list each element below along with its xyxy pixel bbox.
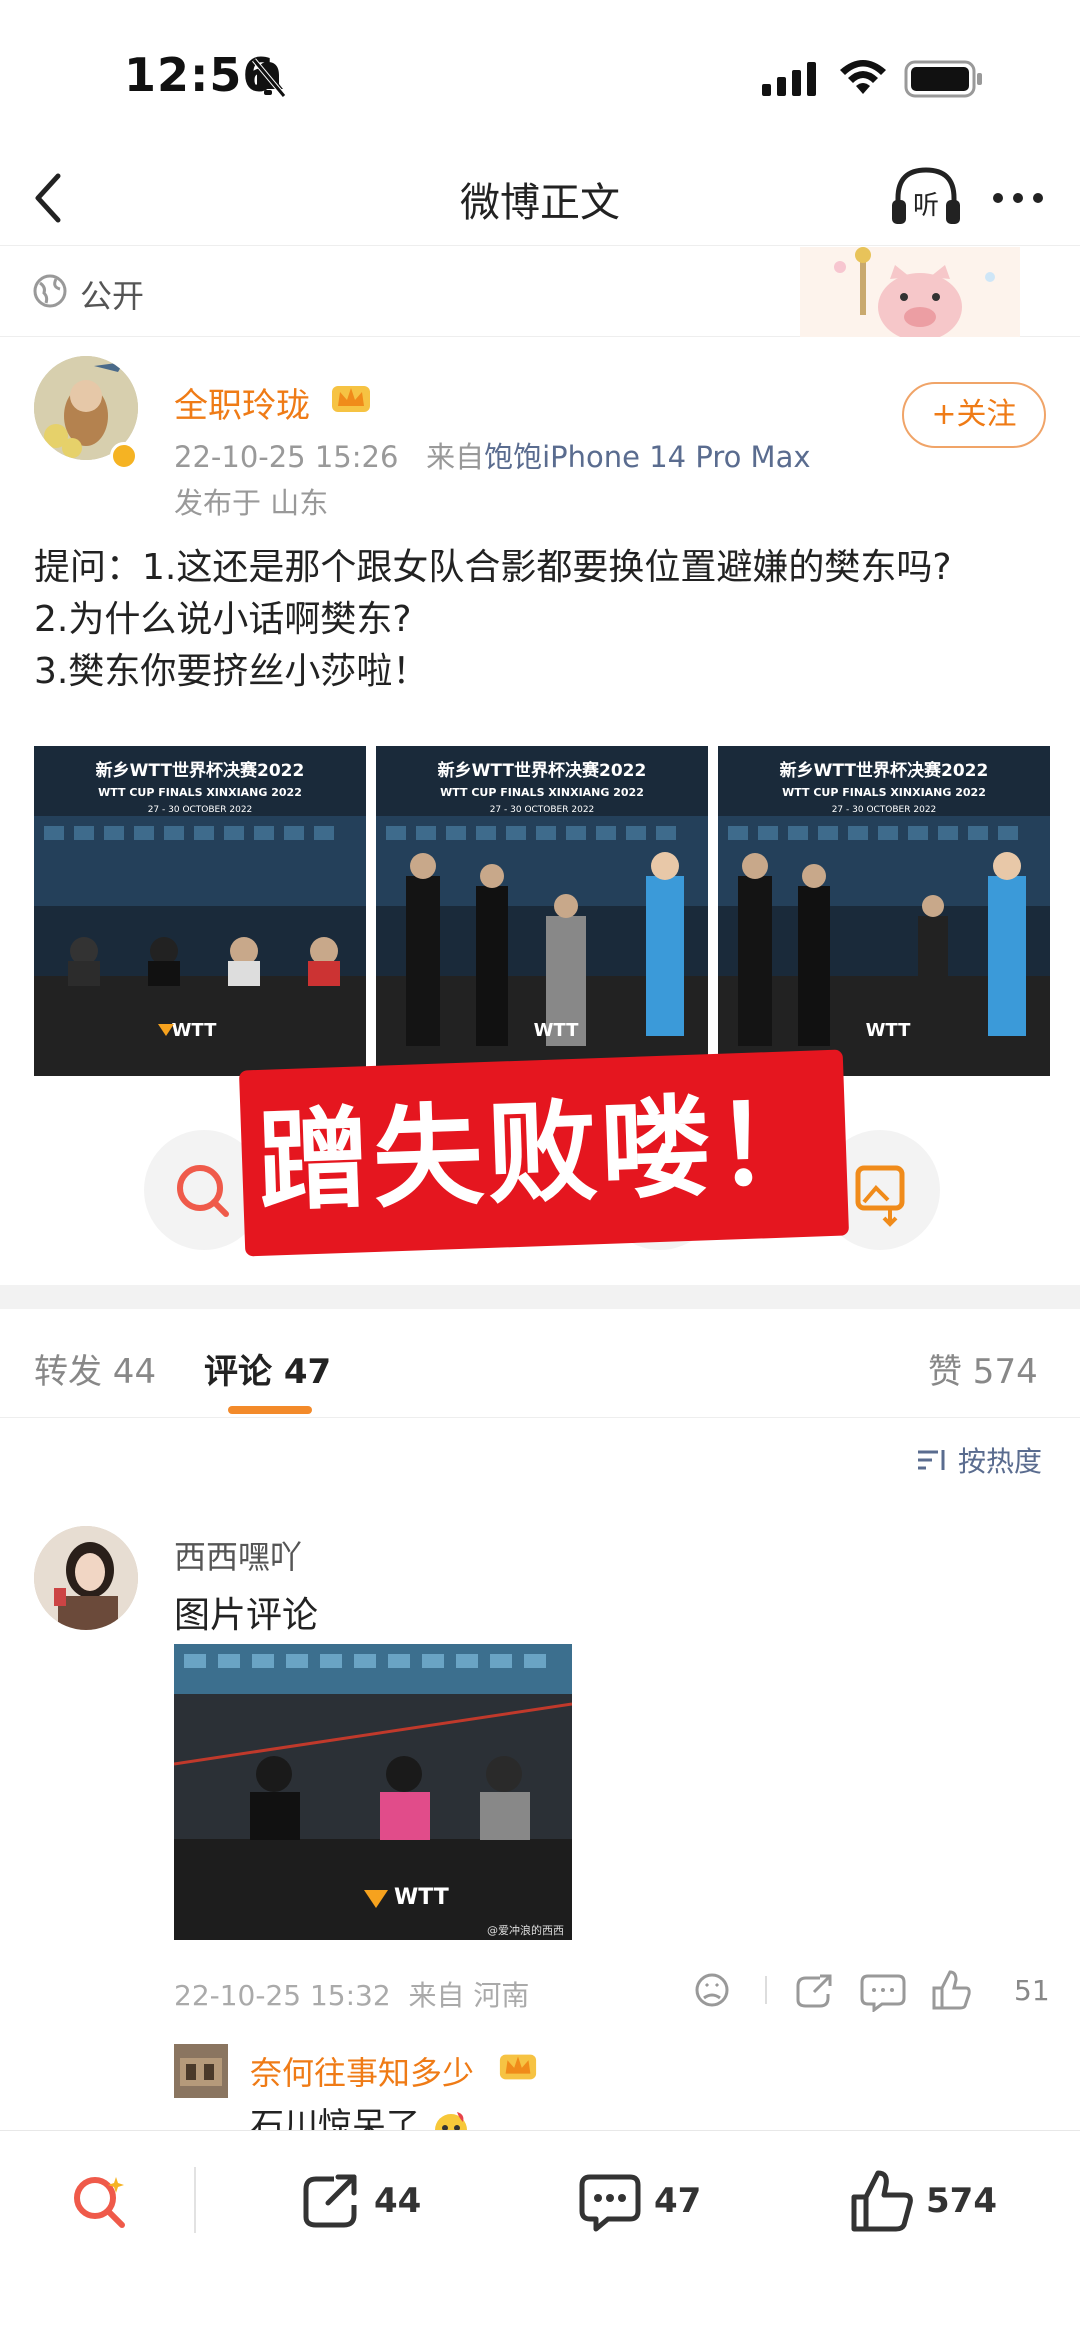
comment-button[interactable]: 47 xyxy=(578,2169,718,2233)
image-logo: WTT xyxy=(172,1020,218,1041)
image-banner-cn: 新乡WTT世界杯决赛2022 xyxy=(438,760,647,781)
signal-icon xyxy=(762,62,816,96)
image-logo: WTT xyxy=(534,1020,580,1041)
image-banner-cn: 新乡WTT世界杯决赛2022 xyxy=(96,760,305,781)
comment-meta: 22-10-25 15:32 来自 河南 xyxy=(174,1974,529,2014)
battery-icon xyxy=(904,60,982,98)
post-text-line: 2.为什么说小话啊樊东? xyxy=(34,599,412,640)
bottom-action-bar: 44 47 574 xyxy=(0,2130,1080,2347)
listen-headphones-icon[interactable]: 听 xyxy=(888,162,964,234)
tab-comment[interactable]: 评论 47 xyxy=(204,1344,331,1393)
post-location: 发布于 山东 xyxy=(174,486,329,520)
visibility-label: 公开 xyxy=(80,277,145,315)
like-thumb-icon xyxy=(851,2170,913,2232)
red-sticker-overlay: 蹭失败喽！ xyxy=(238,1049,850,1257)
comment-reply-icon[interactable] xyxy=(860,1974,906,2012)
comment-text: 图片评论 xyxy=(174,1595,319,1636)
dislike-face-icon[interactable] xyxy=(695,1973,729,2007)
repost-count: 44 xyxy=(374,2181,422,2221)
status-bar: 12:56 xyxy=(0,0,1080,150)
comment-image-logo: WTT xyxy=(394,1885,449,1910)
follow-button[interactable]: +关注 xyxy=(902,382,1046,448)
tab-active-indicator xyxy=(228,1406,312,1414)
tab-repost[interactable]: 转发 44 xyxy=(34,1344,156,1393)
tab-like[interactable]: 赞 574 xyxy=(928,1344,1038,1393)
image-logo: WTT xyxy=(866,1020,912,1041)
post-source-prefix: 来自 xyxy=(426,440,485,474)
image-banner-en: WTT CUP FINALS XINXIANG 2022 xyxy=(782,786,986,799)
post-image[interactable]: 新乡WTT世界杯决赛2022 WTT CUP FINALS XINXIANG 2… xyxy=(718,746,1050,1076)
image-dates: 27 - 30 OCTOBER 2022 xyxy=(832,805,937,815)
repost-button[interactable]: 44 xyxy=(298,2169,438,2233)
post-device[interactable]: 饱饱iPhone 14 Pro Max xyxy=(484,440,810,474)
like-count: 574 xyxy=(926,2181,997,2221)
like-button[interactable]: 574 xyxy=(850,2169,1010,2233)
comment-count: 47 xyxy=(654,2181,702,2221)
reply-avatar[interactable] xyxy=(174,2044,228,2098)
repost-icon xyxy=(303,2174,357,2228)
interaction-tabs: 转发 44 评论 47 赞 574 xyxy=(0,1310,1080,1418)
comment-actions xyxy=(695,1970,971,2012)
reply-username[interactable]: 奈何往事知多少 xyxy=(250,2048,474,2094)
commenter-username[interactable]: 西西嘿吖 xyxy=(174,1532,302,1578)
image-banner-cn: 新乡WTT世界杯决赛2022 xyxy=(780,760,989,781)
nav-bar: 微博正文 听 xyxy=(0,150,1080,246)
post-text: 提问：1.这还是那个跟女队合影都要换位置避嫌的樊东吗? 2.为什么说小话啊樊东?… xyxy=(34,542,1054,698)
comment-image-watermark: @爱冲浪的西西 xyxy=(487,1923,564,1937)
author-username[interactable]: 全职玲珑 xyxy=(174,378,310,427)
wifi-icon xyxy=(840,60,886,94)
post-image[interactable]: 新乡WTT世界杯决赛2022 WTT CUP FINALS XINXIANG 2… xyxy=(34,746,366,1076)
image-dates: 27 - 30 OCTOBER 2022 xyxy=(490,805,595,815)
pig-decoration-image xyxy=(800,247,1020,337)
verified-badge-icon xyxy=(110,442,138,470)
bottom-bar-divider xyxy=(194,2167,196,2233)
post-image[interactable]: 新乡WTT世界杯决赛2022 WTT CUP FINALS XINXIANG 2… xyxy=(376,746,708,1076)
comment-icon xyxy=(579,2174,641,2232)
comment-image[interactable]: WTT @爱冲浪的西西 xyxy=(174,1644,572,1940)
vip-crown-icon xyxy=(332,386,370,412)
bell-off-icon xyxy=(252,58,286,98)
post-timestamp: 22-10-25 15:26 xyxy=(174,440,399,474)
image-dates: 27 - 30 OCTOBER 2022 xyxy=(148,805,253,815)
post-text-line: 3.樊东你要挤丝小莎啦！ xyxy=(34,651,429,692)
visibility-row: 公开 xyxy=(0,247,1080,337)
comment-like-icon[interactable] xyxy=(932,1970,971,2010)
globe-icon xyxy=(33,274,67,308)
sticker-text: 蹭失败喽！ xyxy=(256,1079,832,1227)
image-banner-en: WTT CUP FINALS XINXIANG 2022 xyxy=(440,786,644,799)
commenter-avatar[interactable] xyxy=(34,1526,138,1630)
sort-icon[interactable] xyxy=(916,1446,948,1474)
listen-label: 听 xyxy=(913,191,939,221)
comment-timestamp: 22-10-25 15:32 xyxy=(174,1979,391,2012)
comment-share-icon[interactable] xyxy=(796,1974,832,2008)
more-icon[interactable] xyxy=(990,180,1046,216)
sort-by-hot[interactable]: 按热度 xyxy=(958,1440,1042,1480)
post-text-line: 提问：1.这还是那个跟女队合影都要换位置避嫌的樊东吗? xyxy=(34,547,952,588)
comment-source: 来自 河南 xyxy=(408,1979,530,2012)
section-separator xyxy=(0,1285,1080,1309)
vip-crown-icon xyxy=(499,2054,537,2080)
search-icon[interactable] xyxy=(68,2171,128,2231)
image-banner-en: WTT CUP FINALS XINXIANG 2022 xyxy=(98,786,302,799)
comment-like-count: 51 xyxy=(1014,1974,1050,2007)
post-image-grid: 新乡WTT世界杯决赛2022 WTT CUP FINALS XINXIANG 2… xyxy=(34,746,1050,1076)
post-meta: 22-10-25 15:26 来自饱饱iPhone 14 Pro Max xyxy=(174,434,811,476)
